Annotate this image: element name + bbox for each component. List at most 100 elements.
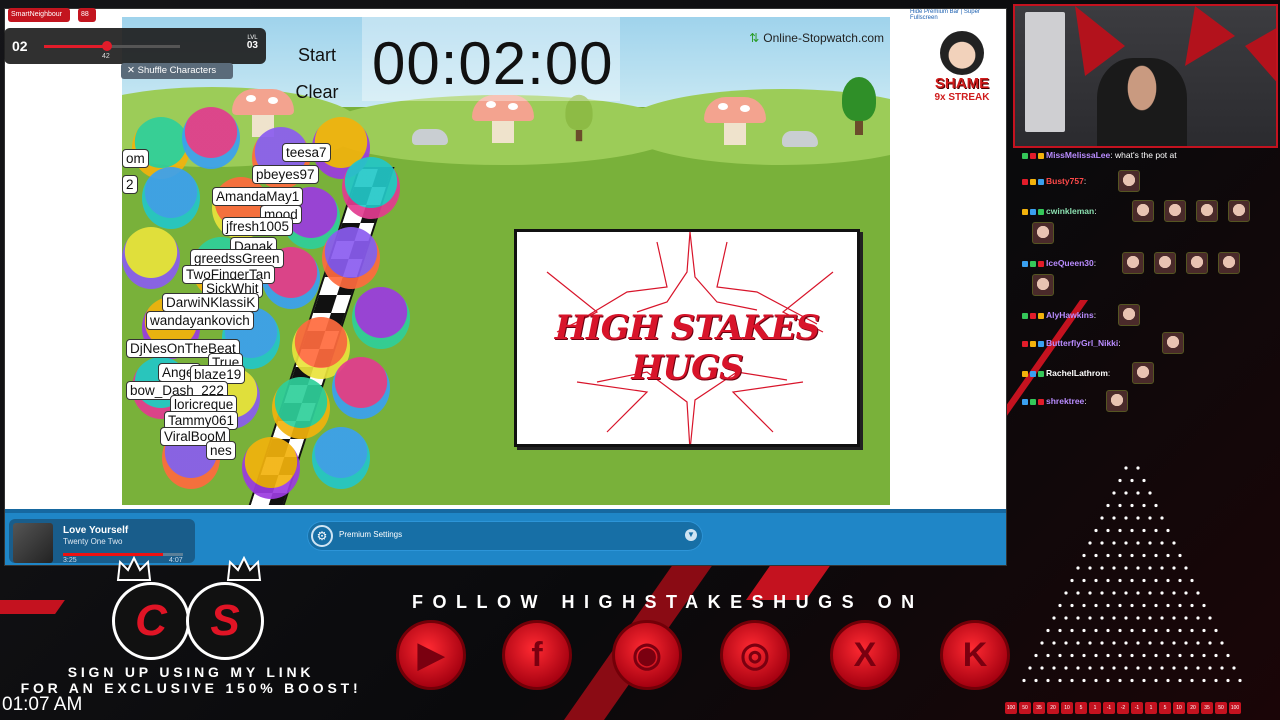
peg-dot: [1136, 541, 1140, 545]
premium-link[interactable]: Hide Premium Bar | Super Fullscreen: [910, 9, 1006, 21]
troll-racer: [242, 437, 300, 499]
peg-dot: [1124, 616, 1128, 620]
peg-dot: [1208, 666, 1212, 670]
chat-text: :: [1083, 176, 1087, 186]
peg-dot: [1172, 641, 1176, 645]
stream-overlay: Hide Premium Bar | Super Fullscreen Star…: [0, 0, 1280, 720]
chevron-down-icon[interactable]: ▼: [685, 529, 697, 541]
badge-icon: [1022, 208, 1028, 215]
peg-dot: [1064, 591, 1068, 595]
discord-glyph: ◉: [632, 636, 662, 674]
peg-dot: [1142, 678, 1146, 683]
peg-dot: [1100, 641, 1104, 645]
peg-dot: [1178, 553, 1182, 558]
badge-icon: [1022, 178, 1028, 185]
peg-dot: [1088, 616, 1092, 620]
badge-icon: [1030, 260, 1036, 267]
clear-button[interactable]: Clear: [287, 82, 347, 103]
chat-username[interactable]: AlyHawkins: [1046, 310, 1094, 320]
peg-dot: [1064, 616, 1068, 620]
peg-dot: [1124, 566, 1128, 570]
peg-dot: [1106, 553, 1110, 558]
peg-dot: [1112, 666, 1116, 670]
peg-dot: [1124, 591, 1128, 595]
peg-dot: [1136, 666, 1140, 670]
high-stakes-hugs-logo: HIGH STAKES HUGS: [514, 229, 860, 447]
peg-dot: [1112, 591, 1116, 595]
crown-icon: [116, 556, 152, 581]
emote-icon: [1118, 304, 1140, 326]
peg-dot: [1136, 491, 1140, 495]
peg-dot: [1214, 628, 1218, 633]
peg-dot: [1148, 591, 1152, 595]
instagram-icon[interactable]: ◎: [720, 620, 790, 690]
multiplier-slot: 50: [1019, 702, 1031, 714]
site-brand[interactable]: ⇅ Online-Stopwatch.com: [749, 31, 884, 45]
peg-dot: [1166, 628, 1170, 633]
peg-dot: [1148, 666, 1152, 670]
badge-icon: [1022, 398, 1028, 405]
kick-glyph: K: [962, 636, 988, 674]
peg-dot: [1190, 653, 1194, 658]
peg-dot: [1202, 603, 1206, 608]
peg-dot: [1130, 478, 1134, 483]
peg-dot: [1142, 653, 1146, 658]
peg-dot: [1232, 666, 1236, 670]
facebook-icon[interactable]: f: [502, 620, 572, 690]
peg-dot: [1178, 653, 1182, 658]
peg-dot: [1178, 678, 1182, 683]
peg-dot: [1076, 566, 1080, 570]
peg-dot: [1154, 528, 1158, 533]
chat-username[interactable]: ButterflyGrl_Nikki: [1046, 338, 1118, 348]
peg-dot: [1124, 641, 1128, 645]
peg-dot: [1106, 528, 1110, 533]
premium-bar: Love Yourself Twenty One Two 3:25 4:07 ⚙…: [5, 509, 1006, 565]
chat-username[interactable]: MissMelissaLee: [1046, 150, 1110, 160]
peg-dot: [1070, 653, 1074, 658]
peg-dot: [1106, 503, 1110, 508]
peg-dot: [1052, 641, 1056, 645]
emote-icon: [1228, 200, 1250, 222]
badge-icon: [1022, 370, 1028, 377]
chat-message: AlyHawkins:: [1022, 310, 1096, 320]
shuffle-label: Shuffle Characters: [137, 65, 217, 76]
troll-racer: [352, 287, 410, 349]
premium-settings[interactable]: ⚙ Premium Settings ▼: [307, 521, 703, 551]
chip-user: SmartNeighbour: [8, 8, 70, 22]
start-button[interactable]: Start: [287, 45, 347, 66]
badge-icon: [1030, 178, 1036, 185]
peg-dot: [1136, 566, 1140, 570]
peg-dot: [1142, 528, 1146, 533]
multiplier-slot: 1: [1089, 702, 1101, 714]
kick-icon[interactable]: K: [940, 620, 1010, 690]
peg-dot: [1220, 666, 1224, 670]
peg-dot: [1148, 641, 1152, 645]
level-current: 02: [12, 38, 28, 54]
x-icon[interactable]: X: [830, 620, 900, 690]
chat-username[interactable]: shrektree: [1046, 396, 1084, 406]
level-next: LVL 03: [247, 34, 258, 51]
peg-dot: [1070, 603, 1074, 608]
chat-text: :: [1094, 206, 1097, 216]
chat-username[interactable]: IceQueen30: [1046, 258, 1094, 268]
peg-dot: [1124, 541, 1128, 545]
peg-dot: [1166, 653, 1170, 658]
chat-panel: MissMelissaLee: what's the pot at Busty75…: [1022, 148, 1278, 428]
multiplier-slot: 20: [1047, 702, 1059, 714]
chat-username[interactable]: cwinkleman: [1046, 206, 1094, 216]
badge-icon: [1030, 370, 1036, 377]
peg-dot: [1202, 628, 1206, 633]
peg-dot: [1130, 628, 1134, 633]
youtube-icon[interactable]: ▶: [396, 620, 466, 690]
multiplier-slot: 5: [1075, 702, 1087, 714]
badge-icon: [1022, 152, 1028, 159]
discord-icon[interactable]: ◉: [612, 620, 682, 690]
peg-dot: [1100, 616, 1104, 620]
facebook-glyph: f: [531, 636, 543, 674]
troll-racer: [182, 107, 240, 169]
chat-username[interactable]: RachelLathrom: [1046, 368, 1108, 378]
peg-dot: [1154, 653, 1158, 658]
chat-username[interactable]: Busty757: [1046, 176, 1084, 186]
shuffle-characters-button[interactable]: ✕ Shuffle Characters: [121, 63, 233, 79]
multiplier-slot: -1: [1131, 702, 1143, 714]
